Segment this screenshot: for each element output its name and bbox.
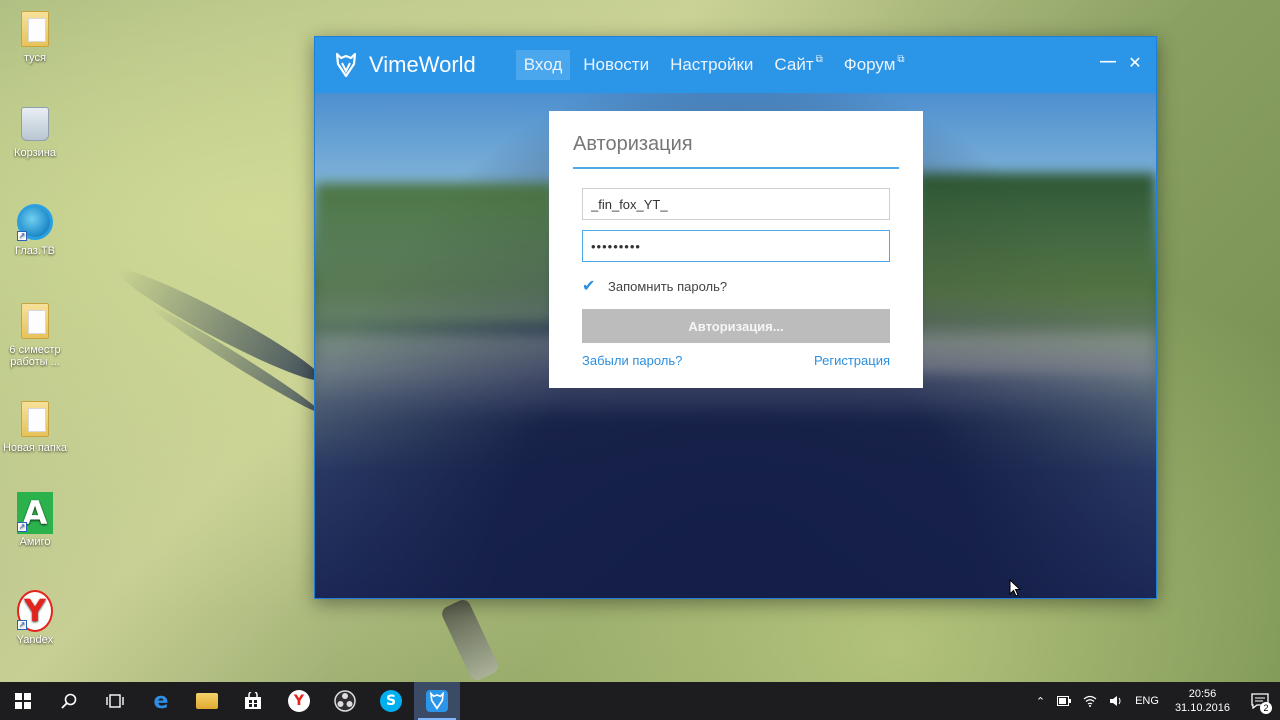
amigo-icon: A ↗ [17, 492, 53, 534]
folder-icon [17, 302, 53, 340]
speaker-icon [1110, 696, 1121, 706]
yandex-browser-icon: Y [288, 690, 310, 712]
register-link[interactable]: Регистрация [814, 353, 890, 368]
desktop-icon-tusya[interactable]: туся [0, 10, 70, 64]
desktop-icon-glaz-tv[interactable]: ↗ Глаз.ТВ [0, 203, 70, 257]
clock[interactable]: 20:56 31.10.2016 [1165, 687, 1240, 715]
taskbar-store[interactable] [230, 682, 276, 720]
minimize-button[interactable]: — [1100, 53, 1116, 73]
nav-label: Сайт [774, 55, 814, 74]
taskbar-edge[interactable]: e [138, 682, 184, 720]
desktop-icon-new-folder[interactable]: Новая папка [0, 400, 70, 454]
external-link-icon: ⧉ [897, 54, 905, 65]
close-button[interactable]: ✕ [1128, 53, 1142, 73]
nav-label: Вход [523, 55, 563, 74]
nav-label: Новости [583, 55, 650, 74]
vimeworld-logo-icon [333, 52, 359, 78]
desktop-icon-amigo[interactable]: A ↗ Амиго [0, 492, 70, 548]
window-controls: — ✕ [1100, 53, 1142, 73]
action-center-button[interactable]: 2 [1240, 682, 1280, 720]
taskbar-yandex-browser[interactable]: Y [276, 682, 322, 720]
nav-forum[interactable]: Форум ⧉ [836, 50, 913, 80]
password-input[interactable] [582, 230, 890, 262]
taskbar-skype[interactable]: S [368, 682, 414, 720]
network-status[interactable] [1077, 695, 1103, 707]
battery-icon [1057, 696, 1072, 706]
glaz-tv-icon: ↗ [17, 203, 53, 241]
notification-count: 2 [1260, 702, 1272, 714]
power-status[interactable] [1051, 696, 1077, 706]
task-view-button[interactable] [92, 682, 138, 720]
desktop-icon-recycle-bin[interactable]: Корзина [0, 105, 70, 159]
wallpaper-stem [439, 597, 501, 683]
auth-panel: Авторизация ✔ Запомнить пароль? Авториза… [549, 111, 923, 388]
yandex-icon: Y ↗ [17, 590, 53, 632]
main-nav: Вход Новости Настройки Сайт ⧉ Форум ⧉ [515, 37, 918, 93]
taskbar-obs[interactable] [322, 682, 368, 720]
desktop-icon-label: Корзина [14, 147, 56, 159]
desktop-icon-label: Амиго [19, 536, 51, 548]
start-button[interactable] [0, 682, 46, 720]
nav-site[interactable]: Сайт ⧉ [766, 50, 830, 80]
auth-title: Авторизация [573, 111, 899, 169]
desktop-icon-semester[interactable]: 6 симестр работы ... [0, 302, 70, 368]
vimeworld-icon [426, 690, 448, 712]
desktop-icon-label: Глаз.ТВ [15, 245, 55, 257]
desktop-icon-label: 6 симестр работы ... [9, 344, 61, 368]
launcher-content: Авторизация ✔ Запомнить пароль? Авториза… [315, 93, 1156, 598]
nav-label: Настройки [670, 55, 754, 74]
remember-password-checkbox[interactable]: ✔ Запомнить пароль? [582, 276, 899, 296]
shortcut-arrow-icon: ↗ [17, 231, 27, 241]
search-icon [61, 693, 77, 709]
shortcut-arrow-icon: ↗ [17, 620, 27, 630]
desktop-icon-yandex[interactable]: Y ↗ Yandex [0, 590, 70, 646]
taskbar-file-explorer[interactable] [184, 682, 230, 720]
remember-label: Запомнить пароль? [608, 278, 728, 294]
auth-links: Забыли пароль? Регистрация [582, 353, 890, 368]
store-icon [245, 692, 261, 709]
nav-login[interactable]: Вход [515, 50, 571, 80]
folder-icon [17, 400, 53, 438]
nav-settings[interactable]: Настройки [662, 50, 761, 80]
folder-icon [17, 10, 53, 48]
file-explorer-icon [196, 693, 218, 709]
windows-start-icon [15, 693, 31, 709]
volume-control[interactable] [1103, 695, 1129, 707]
vimeworld-launcher-window: VimeWorld Вход Новости Настройки Сайт ⧉ Ф… [314, 36, 1157, 599]
title-bar[interactable]: VimeWorld Вход Новости Настройки Сайт ⧉ Ф… [315, 37, 1156, 93]
desktop-icon-label: туся [24, 52, 46, 64]
chevron-up-icon: ⌃ [1035, 695, 1046, 708]
background-scene-left [315, 183, 555, 323]
wifi-icon [1083, 695, 1097, 707]
clock-date: 31.10.2016 [1174, 702, 1230, 714]
wallpaper-feather [111, 259, 328, 391]
nav-label: Форум [843, 55, 896, 74]
skype-icon: S [380, 690, 402, 712]
desktop-icon-label: Yandex [16, 634, 54, 646]
edge-icon: e [153, 688, 169, 714]
language-indicator[interactable]: ENG [1129, 695, 1165, 707]
app-title: VimeWorld [369, 52, 476, 77]
taskbar: e Y S ⌃ ENG 20:56 31.10.2016 2 [0, 682, 1280, 720]
forgot-password-link[interactable]: Забыли пароль? [582, 353, 682, 368]
recycle-bin-icon [17, 105, 53, 143]
show-hidden-icons-button[interactable]: ⌃ [1030, 695, 1051, 708]
shortcut-arrow-icon: ↗ [17, 522, 27, 532]
taskbar-vimeworld[interactable] [414, 682, 460, 720]
search-button[interactable] [46, 682, 92, 720]
authorize-button[interactable]: Авторизация... [582, 309, 890, 343]
clock-time: 20:56 [1188, 688, 1217, 700]
external-link-icon: ⧉ [815, 54, 823, 65]
system-tray: ⌃ ENG 20:56 31.10.2016 2 [1030, 682, 1280, 720]
mouse-cursor-icon [1009, 579, 1021, 597]
username-input[interactable] [582, 188, 890, 220]
task-view-icon [106, 694, 124, 708]
obs-icon [334, 690, 356, 712]
nav-news[interactable]: Новости [575, 50, 657, 80]
checkmark-icon: ✔ [582, 278, 596, 295]
desktop-icon-label: Новая папка [2, 442, 68, 454]
